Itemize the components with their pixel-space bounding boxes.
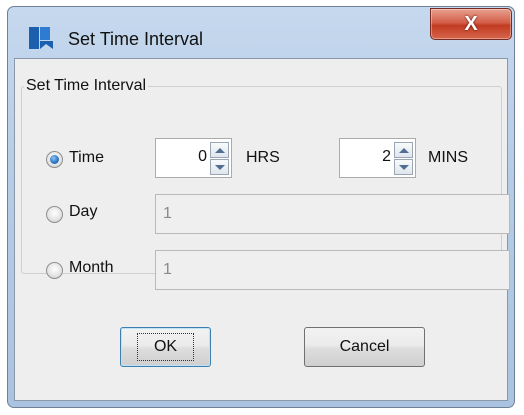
month-field: 1 — [155, 250, 510, 290]
ok-button-label: OK — [136, 333, 195, 361]
dialog-body: Set Time Interval Time 0 HRS 2 MINS Day … — [14, 58, 510, 401]
minutes-decrement-button[interactable] — [394, 159, 413, 175]
hours-spinner[interactable]: 0 — [155, 138, 232, 178]
ok-button[interactable]: OK — [120, 327, 211, 367]
arrow-up-icon — [398, 147, 409, 153]
hours-decrement-button[interactable] — [210, 159, 229, 175]
minutes-spinner[interactable]: 2 — [339, 138, 416, 178]
hours-increment-button[interactable] — [210, 142, 229, 158]
close-icon: X — [464, 12, 478, 35]
time-interval-group: Set Time Interval Time 0 HRS 2 MINS Day … — [21, 77, 510, 290]
time-radio[interactable] — [46, 151, 63, 168]
arrow-down-icon — [398, 164, 409, 170]
dialog-window: Set Time Interval X Set Time Interval Ti… — [7, 6, 515, 408]
title-bar[interactable]: Set Time Interval X — [8, 7, 514, 59]
month-radio[interactable] — [46, 262, 63, 279]
arrow-up-icon — [214, 147, 225, 153]
minutes-value[interactable]: 2 — [382, 148, 391, 166]
day-field: 1 — [155, 194, 510, 234]
minutes-unit-label: MINS — [428, 149, 468, 166]
day-radio[interactable] — [46, 206, 63, 223]
cancel-button[interactable]: Cancel — [304, 327, 425, 367]
arrow-down-icon — [214, 164, 225, 170]
hours-value[interactable]: 0 — [198, 148, 207, 166]
close-button[interactable]: X — [430, 8, 512, 40]
month-label[interactable]: Month — [69, 259, 113, 277]
cancel-button-label: Cancel — [339, 338, 390, 355]
app-icon — [29, 27, 53, 49]
day-label[interactable]: Day — [69, 203, 97, 221]
minutes-increment-button[interactable] — [394, 142, 413, 158]
group-legend: Set Time Interval — [26, 77, 147, 94]
window-title: Set Time Interval — [68, 29, 204, 49]
time-label[interactable]: Time — [69, 149, 104, 167]
hours-unit-label: HRS — [246, 149, 280, 166]
